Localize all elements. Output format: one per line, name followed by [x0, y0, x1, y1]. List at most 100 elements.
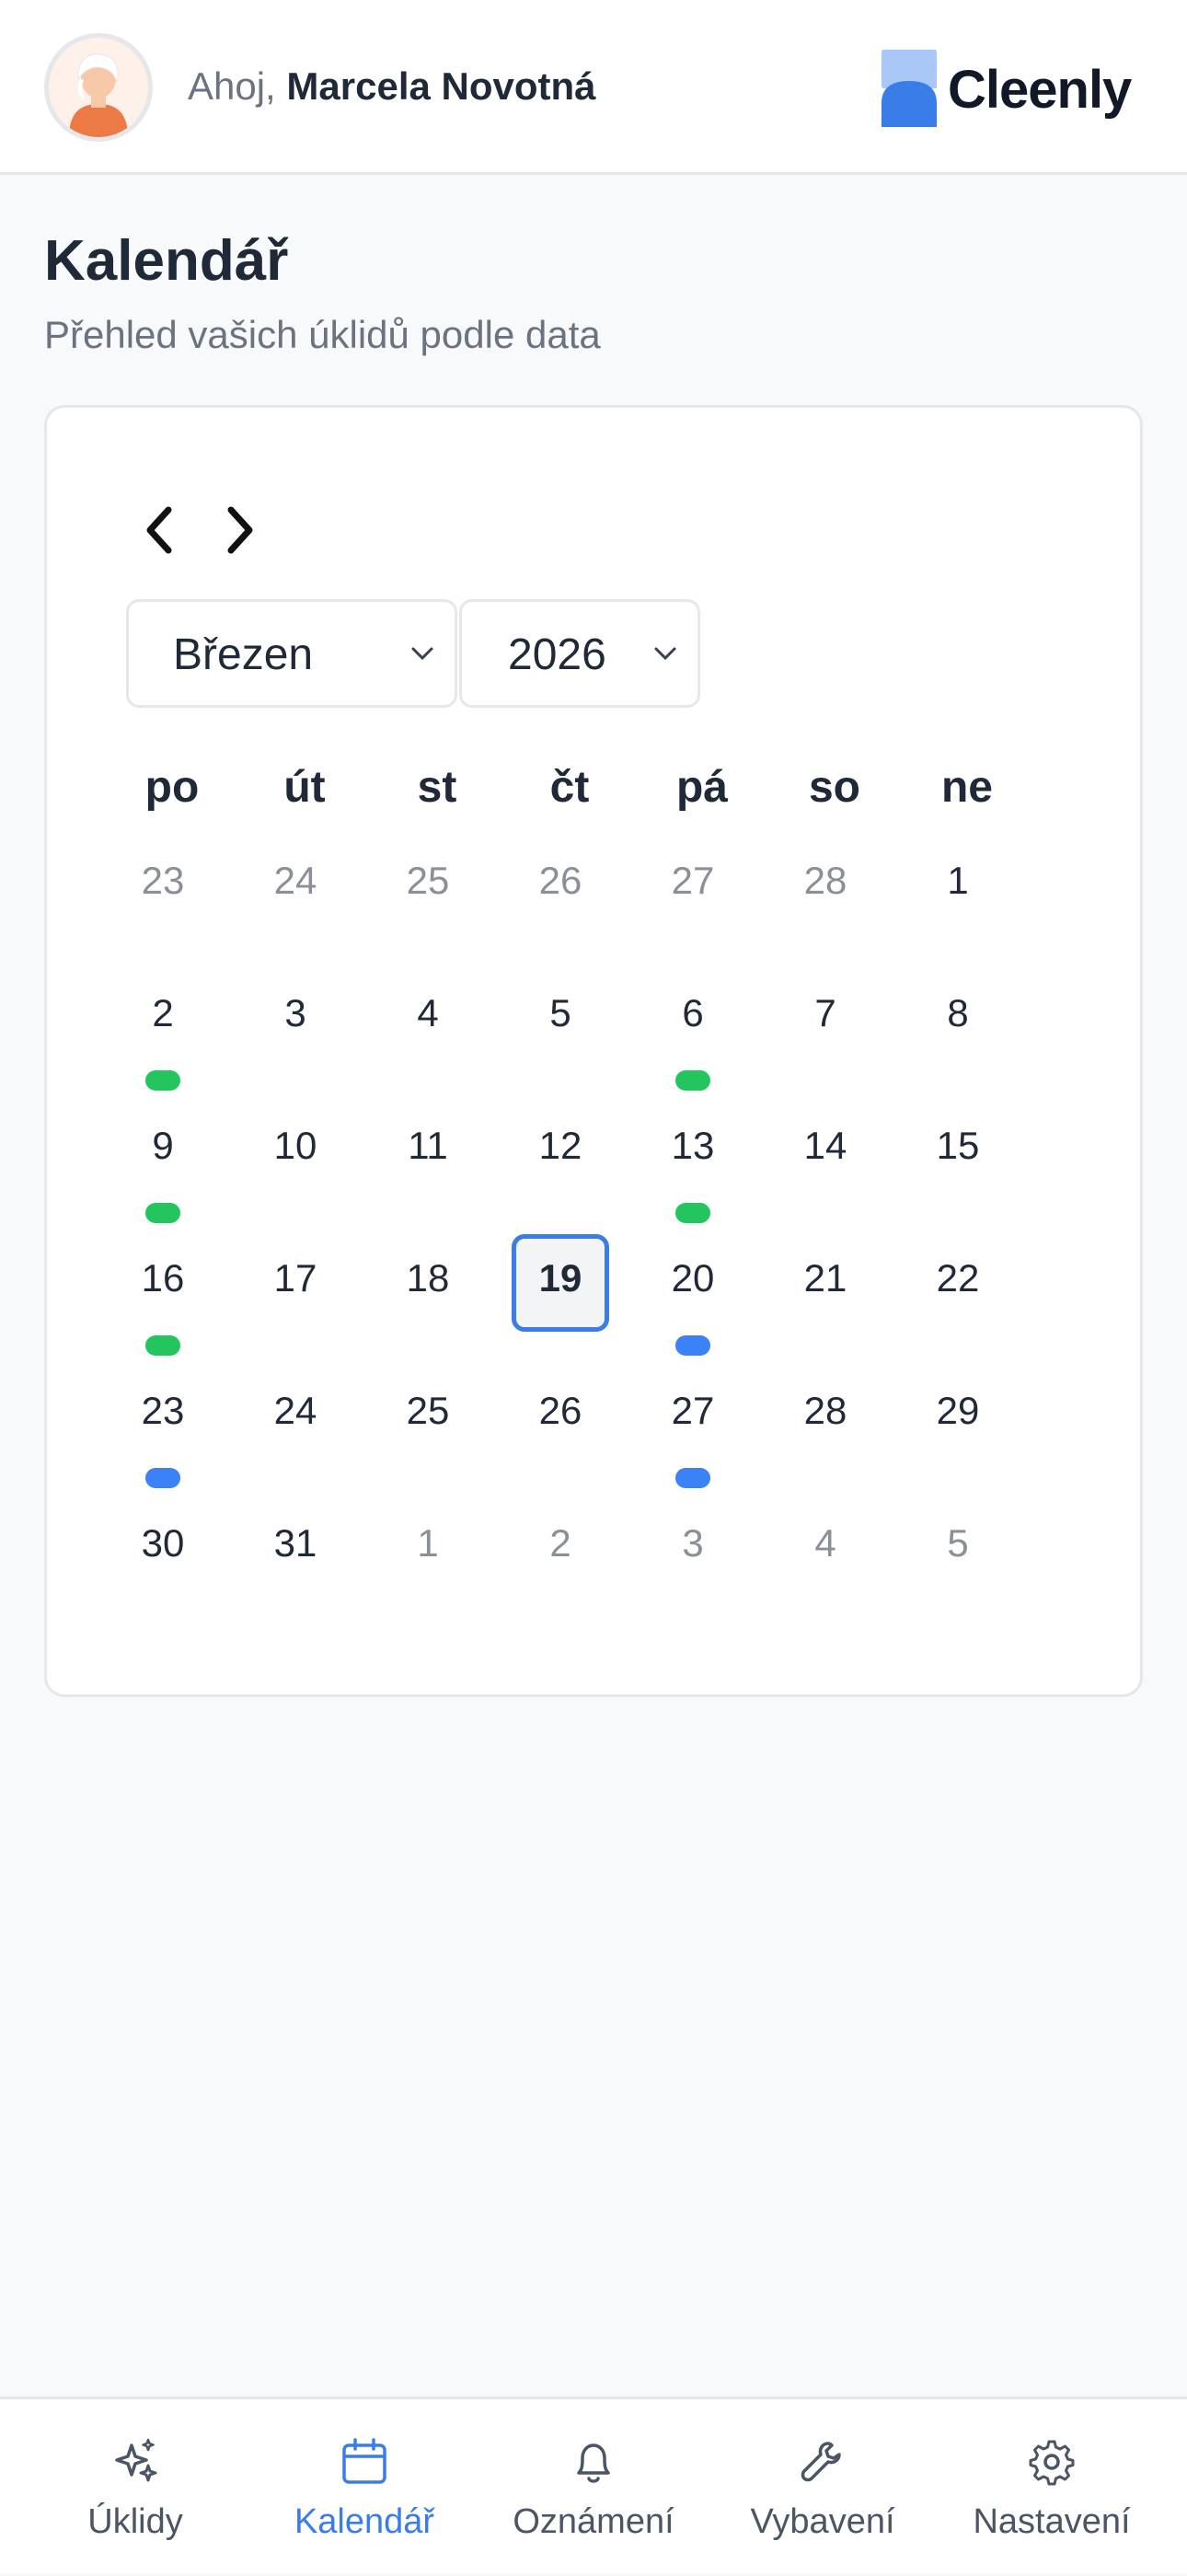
page-title: Kalendář [44, 229, 289, 293]
completed-cleaning-indicator [675, 1070, 710, 1091]
next-month-button[interactable] [213, 498, 268, 562]
calendar-day[interactable]: 23 [97, 1370, 229, 1503]
weekday-label: út [283, 763, 326, 812]
logo-mark-icon [882, 50, 937, 127]
day-number: 9 [152, 1124, 174, 1167]
calendar-day[interactable]: 4 [759, 1503, 892, 1635]
weekday-label: ne [940, 763, 993, 812]
calendar-day[interactable]: 3 [627, 1503, 759, 1635]
prev-month-button[interactable] [132, 498, 187, 562]
calendar-day[interactable]: 8 [892, 973, 1024, 1105]
weekday-label: pá [675, 763, 728, 812]
calendar-day[interactable]: 14 [759, 1105, 892, 1238]
day-number: 2 [549, 1521, 571, 1565]
calendar-day[interactable]: 26 [494, 840, 627, 973]
day-number: 28 [803, 859, 847, 902]
calendar-day[interactable]: 2 [97, 973, 229, 1105]
calendar-day[interactable]: 11 [362, 1105, 494, 1238]
day-number: 17 [273, 1256, 317, 1300]
page-subtitle: Přehled vašich úklidů podle data [44, 313, 601, 356]
calendar-day[interactable]: 30 [97, 1503, 229, 1635]
wrench-icon [801, 2442, 841, 2482]
nav-item-uklidy[interactable]: Úklidy [17, 2399, 254, 2576]
day-number: 11 [408, 1124, 448, 1167]
calendar-day[interactable]: 12 [494, 1105, 627, 1238]
nav-item-oznameni[interactable]: Oznámení [475, 2399, 712, 2576]
calendar-day[interactable]: 23 [97, 840, 229, 973]
brand-name: Cleenly [948, 60, 1132, 120]
calendar-day[interactable]: 6 [627, 973, 759, 1105]
calendar-day[interactable]: 10 [229, 1105, 362, 1238]
day-number: 30 [141, 1521, 185, 1565]
avatar[interactable] [44, 33, 153, 142]
calendar-day[interactable]: 20 [627, 1238, 759, 1370]
calendar-day-today[interactable]: 19 [494, 1234, 627, 1370]
day-number: 29 [936, 1389, 980, 1432]
nav-item-nastaveni[interactable]: Nastavení [933, 2399, 1170, 2576]
chevron-right-icon [227, 506, 253, 554]
user-name: Marcela Novotná [286, 64, 596, 108]
day-number: 23 [141, 1389, 185, 1432]
day-number: 26 [538, 859, 582, 902]
calendar-day[interactable]: 5 [892, 1503, 1024, 1635]
sparkles-icon [115, 2438, 157, 2482]
calendar-day[interactable]: 27 [627, 840, 759, 973]
day-number: 27 [671, 1389, 715, 1432]
day-number: 23 [141, 859, 185, 902]
calendar-day[interactable]: 1 [362, 1503, 494, 1635]
chevron-down-icon [654, 647, 676, 661]
calendar-day[interactable]: 31 [229, 1503, 362, 1635]
calendar-day[interactable]: 21 [759, 1238, 892, 1370]
day-number: 10 [273, 1124, 317, 1167]
calendar-day[interactable]: 5 [494, 973, 627, 1105]
calendar-day[interactable]: 29 [892, 1370, 1024, 1503]
calendar-day[interactable]: 16 [97, 1238, 229, 1370]
calendar-day[interactable]: 24 [229, 1370, 362, 1503]
calendar-day[interactable]: 28 [759, 1370, 892, 1503]
year-select[interactable]: 2026 [459, 599, 700, 708]
day-number: 3 [284, 991, 306, 1034]
calendar-day[interactable]: 27 [627, 1370, 759, 1503]
completed-cleaning-indicator [145, 1070, 180, 1091]
calendar-day[interactable]: 3 [229, 973, 362, 1105]
nav-item-kalendar[interactable]: Kalendář [246, 2399, 483, 2576]
month-select[interactable]: Březen [126, 599, 457, 708]
day-number: 16 [141, 1256, 185, 1300]
calendar-day[interactable]: 18 [362, 1238, 494, 1370]
day-number: 31 [273, 1521, 317, 1565]
nav-label: Oznámení [513, 2502, 674, 2541]
calendar-day[interactable]: 9 [97, 1105, 229, 1238]
calendar-day[interactable]: 25 [362, 1370, 494, 1503]
calendar-day[interactable]: 7 [759, 973, 892, 1105]
bottom-navigation: Úklidy Kalendář Oznámení Vybavení Nastav… [0, 2397, 1187, 2573]
day-number: 6 [682, 991, 704, 1034]
chevron-left-icon [146, 506, 172, 554]
user-avatar-icon [49, 38, 148, 137]
calendar-day[interactable]: 28 [759, 840, 892, 973]
day-number: 26 [538, 1389, 582, 1432]
greeting: Ahoj, Marcela Novotná [188, 64, 596, 109]
day-number: 18 [406, 1256, 450, 1300]
app-header: Ahoj, Marcela Novotná Cleenly [0, 0, 1187, 175]
calendar-day[interactable]: 1 [892, 840, 1024, 973]
calendar-day[interactable]: 17 [229, 1238, 362, 1370]
calendar-day[interactable]: 4 [362, 973, 494, 1105]
calendar-day[interactable]: 13 [627, 1105, 759, 1238]
weekday-label: po [144, 763, 200, 812]
calendar-day[interactable]: 26 [494, 1370, 627, 1503]
day-number: 8 [947, 991, 969, 1034]
completed-cleaning-indicator [145, 1203, 180, 1223]
day-number: 13 [671, 1124, 715, 1167]
day-number: 12 [538, 1124, 582, 1167]
calendar-day[interactable]: 15 [892, 1105, 1024, 1238]
gear-icon [1029, 2440, 1075, 2486]
month-select-value: Březen [173, 630, 314, 679]
day-number: 24 [273, 1389, 317, 1432]
calendar-day[interactable]: 24 [229, 840, 362, 973]
calendar-day[interactable]: 22 [892, 1238, 1024, 1370]
calendar-day[interactable]: 2 [494, 1503, 627, 1635]
nav-item-vybaveni[interactable]: Vybavení [704, 2399, 941, 2576]
calendar-day[interactable]: 25 [362, 840, 494, 973]
year-select-value: 2026 [508, 630, 606, 679]
nav-label: Nastavení [973, 2502, 1131, 2541]
